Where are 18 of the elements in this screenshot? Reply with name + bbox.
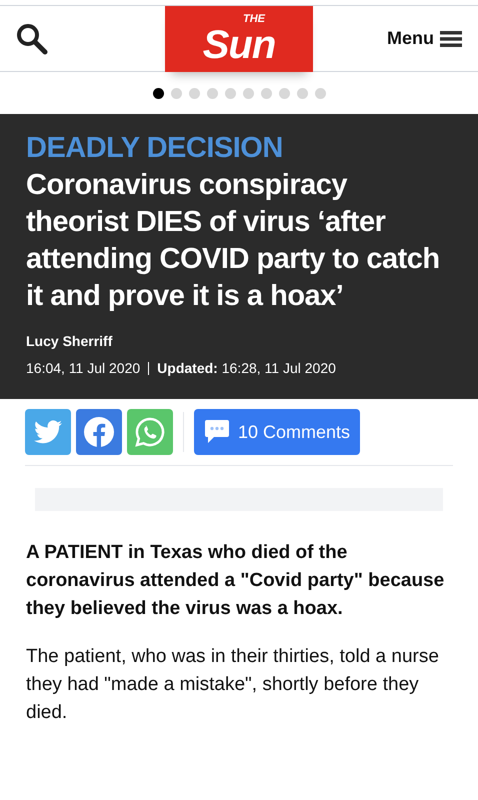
updated-time: Updated: 16:28, 11 Jul 2020: [157, 359, 336, 378]
whatsapp-button[interactable]: [127, 409, 173, 455]
facebook-button[interactable]: [76, 409, 122, 455]
author-name: Lucy Sherriff: [26, 332, 114, 351]
speech-bubble-icon: [204, 419, 230, 445]
phone-bubble-icon: [134, 416, 166, 448]
site-logo[interactable]: THE Sun: [165, 6, 313, 72]
comments-button[interactable]: 10 Comments: [194, 409, 360, 455]
body-paragraph: The patient, who was in their thirties, told a nurse they had "made a mistake", shortly before they died.: [26, 645, 440, 725]
search-icon[interactable]: [16, 22, 48, 54]
publish-time: 16:04, 11 Jul 2020: [26, 359, 140, 378]
bird-icon: [34, 420, 62, 444]
menu-icon: [440, 30, 462, 46]
headline: DEADLY DECISION Coronavirus conspiracy theorist DIES of virus ‘after attending COVID party to catch it and prove it is a hoax’: [26, 131, 441, 314]
menu-button[interactable]: Menu: [387, 25, 462, 52]
twitter-button[interactable]: [25, 409, 71, 455]
facebook-icon: [83, 416, 115, 448]
lead-paragraph: A PATIENT in Texas who died of the coronavirus attended a "Covid party" because they believed the virus was a hoax.: [26, 541, 446, 621]
